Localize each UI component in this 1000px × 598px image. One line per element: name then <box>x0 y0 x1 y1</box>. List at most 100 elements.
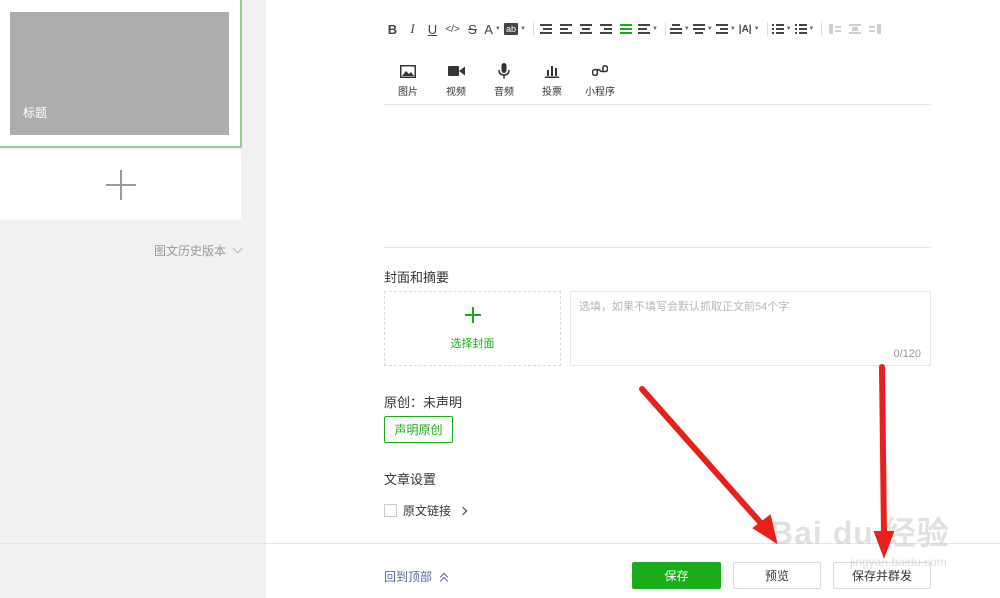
toolbar-divider <box>532 22 534 36</box>
insert-audio-button[interactable]: 音频 <box>480 62 528 102</box>
float-right-icon <box>868 24 881 34</box>
letter-spacing-icon: |A| <box>738 23 752 35</box>
original-link-option[interactable]: 原文链接 <box>384 502 468 519</box>
summary-input[interactable] <box>571 292 930 365</box>
ordered-list-icon <box>794 24 807 34</box>
article-list-sidebar: 标题 图文历史版本 <box>0 0 266 598</box>
float-center-icon <box>848 24 861 34</box>
back-to-top-label: 回到顶部 <box>384 570 433 584</box>
align-center-button[interactable] <box>578 18 595 40</box>
spacing-bottom-icon <box>692 24 705 34</box>
save-and-mass-send-button[interactable]: 保存并群发 <box>833 562 931 589</box>
float-right-button[interactable] <box>866 18 883 40</box>
caret-down-icon: ▼ <box>494 26 501 32</box>
summary-char-counter: 0/120 <box>893 348 921 360</box>
line-spacing-top-button[interactable]: ▼ <box>669 18 690 40</box>
image-icon <box>400 62 416 80</box>
indent-more-icon <box>637 24 650 34</box>
select-cover-label: 选择封面 <box>450 337 495 350</box>
chevron-down-icon <box>232 243 243 254</box>
align-right-icon <box>600 24 613 34</box>
caret-down-icon: ▼ <box>808 26 815 32</box>
arrow-to-mass-send <box>873 364 895 559</box>
strikethrough-button[interactable]: S <box>464 18 481 40</box>
align-center-icon <box>580 24 593 34</box>
letter-spacing-button[interactable]: |A| ▼ <box>739 18 760 40</box>
chevron-right-icon <box>458 506 468 515</box>
declare-original-button[interactable]: 声明原创 <box>384 416 453 443</box>
underline-button[interactable]: U <box>424 18 441 40</box>
line-spacing-bottom-button[interactable]: ▼ <box>692 18 713 40</box>
article-cover-thumbnail[interactable]: 标题 <box>10 12 229 135</box>
cover-summary-title: 封面和摘要 <box>384 270 450 285</box>
italic-button[interactable]: I <box>404 18 421 40</box>
unordered-list-button[interactable]: ▼ <box>771 18 792 40</box>
article-card-selected[interactable]: 标题 <box>0 0 242 148</box>
summary-field: 0/120 <box>570 291 931 366</box>
plus-icon <box>105 170 136 200</box>
line-height-button[interactable]: ▼ <box>715 18 736 40</box>
original-link-checkbox[interactable] <box>384 504 397 517</box>
original-link-label: 原文链接 <box>403 504 452 518</box>
insert-audio-label: 音频 <box>494 87 514 98</box>
caret-down-icon: ▼ <box>729 26 736 32</box>
float-center-button[interactable] <box>846 18 863 40</box>
caret-down-icon: ▼ <box>683 26 690 32</box>
font-color-label: A <box>484 21 493 37</box>
footer-sidebar-area <box>0 544 266 598</box>
align-right-button[interactable] <box>598 18 615 40</box>
add-article-button[interactable] <box>0 150 241 220</box>
line-height-icon <box>715 24 728 34</box>
insert-mini-program-button[interactable]: 小程序 <box>576 62 624 102</box>
plus-icon <box>464 306 481 323</box>
editor-bottom-divider <box>384 247 931 248</box>
indent-button[interactable] <box>538 18 555 40</box>
article-settings-title: 文章设置 <box>384 472 437 487</box>
preview-button[interactable]: 预览 <box>733 562 821 589</box>
caret-down-icon: ▼ <box>753 26 760 32</box>
ordered-list-button[interactable]: ▼ <box>794 18 815 40</box>
footer-action-bar: 回到顶部 保存 预览 保存并群发 <box>0 543 1000 598</box>
highlight-label: ab <box>504 23 519 35</box>
unordered-list-icon <box>771 24 784 34</box>
indent-more-button[interactable]: ▼ <box>637 18 658 40</box>
arrow-to-preview <box>639 386 778 545</box>
history-versions-link[interactable]: 图文历史版本 <box>154 242 243 259</box>
article-editor-body[interactable] <box>384 105 931 247</box>
align-justify-icon <box>620 24 633 34</box>
article-card-title: 标题 <box>23 106 48 120</box>
save-button[interactable]: 保存 <box>632 562 721 589</box>
back-to-top-link[interactable]: 回到顶部 <box>384 568 449 585</box>
float-left-icon <box>828 24 841 34</box>
insert-image-button[interactable]: 图片 <box>384 62 432 102</box>
align-left-button[interactable] <box>558 18 575 40</box>
align-justify-button[interactable] <box>618 18 635 40</box>
toolbar-divider <box>664 22 666 36</box>
align-left-icon <box>560 24 573 34</box>
original-status-label: 原创：未声明 <box>384 395 463 410</box>
caret-down-icon: ▼ <box>706 26 713 32</box>
vote-chart-icon <box>545 62 559 80</box>
font-color-button[interactable]: A ▼ <box>484 18 501 40</box>
insert-video-label: 视频 <box>446 87 466 98</box>
caret-down-icon: ▼ <box>785 26 792 32</box>
microphone-icon <box>498 62 510 80</box>
insert-vote-label: 投票 <box>542 87 562 98</box>
bold-button[interactable]: B <box>384 18 401 40</box>
highlight-button[interactable]: ab ▼ <box>504 18 526 40</box>
caret-down-icon: ▼ <box>651 26 658 32</box>
indent-icon <box>540 24 553 34</box>
code-button[interactable]: </> <box>444 18 461 40</box>
select-cover-button[interactable]: 选择封面 <box>384 291 561 366</box>
insert-image-label: 图片 <box>398 87 418 98</box>
insert-mini-program-label: 小程序 <box>585 87 615 98</box>
formatting-toolbar: B I U </> S A ▼ ab ▼ ▼ ▼ ▼ ▼ |A| ▼ ▼ ▼ <box>384 18 932 40</box>
float-left-button[interactable] <box>826 18 843 40</box>
mini-program-icon <box>592 62 608 80</box>
history-versions-label: 图文历史版本 <box>154 244 227 258</box>
video-icon <box>447 62 465 80</box>
double-chevron-up-icon <box>439 572 449 585</box>
media-insert-bar: 图片 视频 音频 投票 小程序 <box>384 62 624 102</box>
insert-video-button[interactable]: 视频 <box>432 62 480 102</box>
insert-vote-button[interactable]: 投票 <box>528 62 576 102</box>
